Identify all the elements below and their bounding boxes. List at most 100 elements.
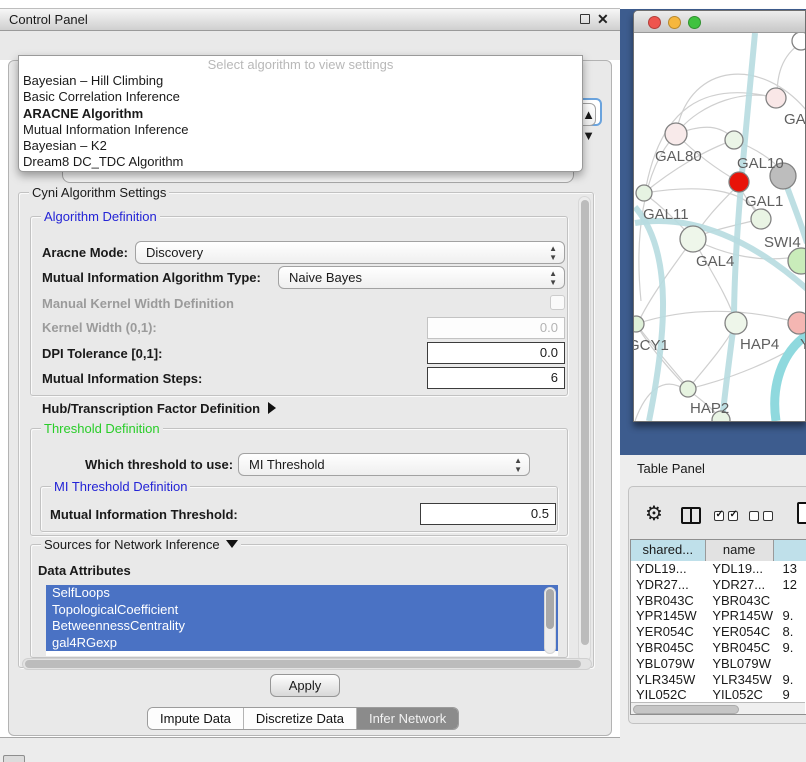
settings-vertical-scrollbar[interactable] xyxy=(578,196,591,662)
algorithm-option[interactable]: ARACNE Algorithm xyxy=(19,106,582,122)
algorithm-option[interactable]: Bayesian – K2 xyxy=(19,138,582,154)
kernel-width-input[interactable]: 0.0 xyxy=(427,317,565,339)
stepper-arrows-icon: ▲▼ xyxy=(549,269,557,287)
network-node[interactable] xyxy=(725,131,743,149)
split-columns-icon[interactable] xyxy=(681,507,701,524)
network-node[interactable] xyxy=(634,316,644,332)
table-cell: YBR043C xyxy=(631,593,705,609)
deselect-all-checkboxes-icon[interactable] xyxy=(749,511,773,521)
network-node[interactable] xyxy=(680,381,696,397)
mi-type-combobox[interactable]: Naive Bayes ▲▼ xyxy=(278,266,565,289)
table-row[interactable]: YBR045CYBR045C9. xyxy=(631,640,806,656)
table-row[interactable]: YDR27...YDR27...12 xyxy=(631,577,806,593)
network-node[interactable] xyxy=(788,312,806,334)
bottom-left-button[interactable] xyxy=(3,755,25,762)
combobox-value: MI Threshold xyxy=(249,457,325,472)
mi-threshold-label: Mutual Information Threshold: xyxy=(50,507,238,522)
table-row[interactable]: YIL052CYIL052C9 xyxy=(631,687,806,703)
unchecked-box-icon xyxy=(749,511,759,521)
close-icon[interactable]: ✕ xyxy=(597,11,609,28)
network-window-titlebar[interactable] xyxy=(634,11,805,33)
table-horizontal-scrollbar[interactable] xyxy=(631,702,805,714)
table-row[interactable]: YDL19...YDL19...13 xyxy=(631,561,806,577)
data-attribute-item[interactable]: gal4RGexp xyxy=(46,635,558,652)
scrollbar-thumb[interactable] xyxy=(25,660,581,668)
zoom-traffic-light[interactable] xyxy=(688,16,701,29)
hub-definition-expander[interactable]: Hub/Transcription Factor Definition xyxy=(42,401,276,416)
divider xyxy=(690,509,692,522)
checked-box-icon xyxy=(714,511,724,521)
algorithm-option[interactable]: Basic Correlation Inference xyxy=(19,89,582,105)
column-header-name[interactable]: name xyxy=(706,540,774,561)
scrollbar-thumb[interactable] xyxy=(633,705,739,714)
node-label: HAP4 xyxy=(740,336,779,353)
aracne-mode-combobox[interactable]: Discovery ▲▼ xyxy=(135,241,565,264)
network-node[interactable] xyxy=(680,226,706,252)
network-edge[interactable] xyxy=(676,95,776,134)
control-panel-title: Control Panel xyxy=(9,12,88,27)
combobox-value: Naive Bayes xyxy=(289,270,362,285)
table-cell xyxy=(773,593,806,609)
table-cell: YBL079W xyxy=(705,656,773,672)
gear-icon[interactable]: ⚙ xyxy=(645,503,663,525)
network-node[interactable] xyxy=(766,88,786,108)
group-title: Algorithm Definition xyxy=(41,209,160,224)
node-label: GCY1 xyxy=(634,337,669,354)
settings-horizontal-scrollbar[interactable] xyxy=(22,658,592,670)
stepper-arrows-icon: ▲▼ xyxy=(514,456,522,474)
network-node[interactable] xyxy=(751,209,771,229)
data-attributes-list[interactable]: SelfLoopsTopologicalCoefficientBetweenne… xyxy=(46,585,558,656)
network-node[interactable] xyxy=(788,248,806,274)
scrollbar-thumb[interactable] xyxy=(546,589,554,629)
column-header-partial[interactable] xyxy=(774,540,806,561)
table-cell: YIL052C xyxy=(705,687,773,703)
table-cell: YBR045C xyxy=(705,640,773,656)
manual-kernel-checkbox[interactable] xyxy=(550,295,565,310)
tab-label: Impute Data xyxy=(160,708,231,729)
data-attribute-item[interactable]: BetweennessCentrality xyxy=(46,618,558,635)
table-row[interactable]: YER054CYER054C8. xyxy=(631,624,806,640)
control-panel-titlebar[interactable]: Control Panel xyxy=(0,8,620,31)
select-all-checkboxes-icon[interactable] xyxy=(714,511,738,521)
tab-impute-data[interactable]: Impute Data xyxy=(148,708,244,729)
network-node[interactable] xyxy=(792,33,806,50)
table-cell: 12 xyxy=(773,577,806,593)
table-row[interactable]: YLR345WYLR345W9. xyxy=(631,672,806,688)
network-node[interactable] xyxy=(636,185,652,201)
document-icon[interactable] xyxy=(797,502,806,524)
network-edge[interactable] xyxy=(693,239,736,323)
attributes-scrollbar[interactable] xyxy=(544,587,556,654)
expander-down-icon[interactable] xyxy=(226,540,238,548)
table-row[interactable]: YBL079WYBL079W xyxy=(631,656,806,672)
which-threshold-combobox[interactable]: MI Threshold ▲▼ xyxy=(238,453,530,476)
float-window-icon[interactable] xyxy=(580,14,590,24)
algorithm-option[interactable]: Bayesian – Hill Climbing xyxy=(19,73,582,89)
table-row[interactable]: YPR145WYPR145W9. xyxy=(631,608,806,624)
minimize-traffic-light[interactable] xyxy=(668,16,681,29)
network-node[interactable] xyxy=(665,123,687,145)
table-cell: YBL079W xyxy=(631,656,705,672)
network-edge[interactable] xyxy=(635,384,687,421)
network-edge[interactable] xyxy=(646,93,776,187)
group-title: MI Threshold Definition xyxy=(51,479,190,494)
table-row[interactable]: YBR043CYBR043C xyxy=(631,593,806,609)
mi-threshold-input[interactable]: 0.5 xyxy=(420,503,556,525)
tab-discretize-data[interactable]: Discretize Data xyxy=(244,708,357,729)
node-label: SWI4 xyxy=(764,234,801,251)
table-cell: YER054C xyxy=(631,624,705,640)
apply-button[interactable]: Apply xyxy=(270,674,340,697)
table-cell: YPR145W xyxy=(631,608,705,624)
data-attribute-item[interactable]: SelfLoops xyxy=(46,585,558,602)
tab-infer-network[interactable]: Infer Network xyxy=(357,708,458,729)
network-node[interactable] xyxy=(725,312,747,334)
algorithm-option[interactable]: Mutual Information Inference xyxy=(19,122,582,138)
scrollbar-thumb[interactable] xyxy=(581,200,589,645)
network-node[interactable] xyxy=(729,172,749,192)
network-canvas[interactable]: GALGAL80GAL10GAL1GAL11SWI4GAL4GCY1HAP4YH… xyxy=(634,33,806,422)
data-attribute-item[interactable]: TopologicalCoefficient xyxy=(46,602,558,619)
column-header-shared-name[interactable]: shared... xyxy=(631,540,706,561)
algorithm-option[interactable]: Dream8 DC_TDC Algorithm xyxy=(19,154,582,170)
dpi-tolerance-input[interactable]: 0.0 xyxy=(427,342,565,364)
close-traffic-light[interactable] xyxy=(648,16,661,29)
mi-steps-input[interactable]: 6 xyxy=(427,367,565,389)
